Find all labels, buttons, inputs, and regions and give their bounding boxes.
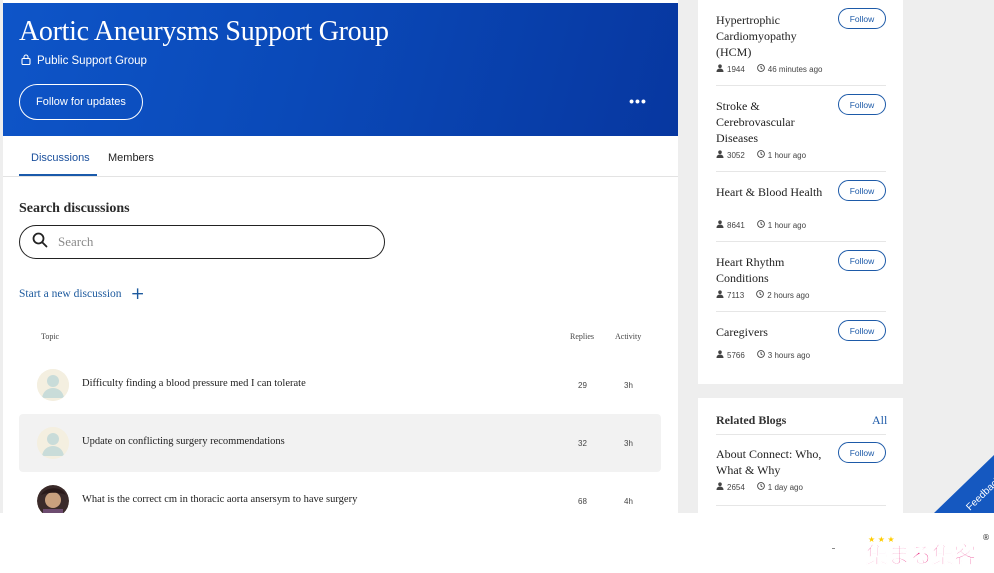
- member-count: 5766: [727, 350, 745, 360]
- follow-button[interactable]: Follow: [838, 180, 886, 201]
- follow-button[interactable]: Follow: [838, 320, 886, 341]
- list-item: Stroke & Cerebrovascular Diseases Follow…: [716, 94, 886, 172]
- more-options-icon[interactable]: •••: [627, 91, 649, 111]
- tab-members[interactable]: Members: [108, 152, 154, 164]
- main-column: Aortic Aneurysms Support Group Public Su…: [3, 0, 678, 513]
- visibility-label: Public Support Group: [37, 55, 147, 67]
- list-item: About Connect: Who, What & Why Follow 26…: [716, 442, 886, 506]
- member-count: 1944: [727, 64, 745, 74]
- related-blogs-card: Related Blogs All About Connect: Who, Wh…: [698, 398, 903, 513]
- follow-button[interactable]: Follow: [838, 250, 886, 271]
- clock-icon: [756, 482, 765, 492]
- last-activity: 1 day ago: [767, 482, 803, 492]
- member-count: 8641: [727, 220, 745, 230]
- last-activity: 2 hours ago: [767, 290, 810, 300]
- start-discussion-label: Start a new discussion: [19, 288, 122, 300]
- person-icon: [716, 64, 724, 74]
- search-heading: Search discussions: [19, 201, 130, 216]
- feedback-tab[interactable]: Feedback: [930, 455, 994, 513]
- group-meta: 7113 2 hours ago: [716, 290, 809, 300]
- list-item: Heart & Blood Health Follow 8641 1 hour …: [716, 180, 886, 242]
- topic-title[interactable]: Difficulty finding a blood pressure med …: [82, 378, 306, 389]
- reply-count: 29: [578, 381, 587, 390]
- blog-meta: 2654 1 day ago: [716, 482, 803, 492]
- follow-button[interactable]: Follow: [838, 94, 886, 115]
- group-name[interactable]: Heart Rhythm Conditions: [716, 254, 826, 286]
- column-header-replies: Replies: [570, 332, 594, 341]
- search-input[interactable]: [58, 234, 358, 250]
- clock-icon: [756, 350, 765, 360]
- related-groups-card: Hypertrophic Cardiomyopathy (HCM) Follow…: [698, 0, 903, 384]
- last-activity: 1 hour ago: [767, 220, 807, 230]
- search-icon: [32, 232, 48, 253]
- list-item: Heart Rhythm Conditions Follow 7113 2 ho…: [716, 250, 886, 312]
- table-row[interactable]: Difficulty finding a blood pressure med …: [19, 356, 661, 414]
- group-hero-banner: Aortic Aneurysms Support Group Public Su…: [3, 3, 678, 136]
- active-tab-indicator: [19, 174, 97, 176]
- reply-count: 32: [578, 439, 587, 448]
- topic-title[interactable]: Update on conflicting surgery recommenda…: [82, 436, 285, 447]
- last-activity: 3 hours ago: [767, 350, 811, 360]
- clock-icon: [756, 150, 765, 160]
- clock-icon: [756, 290, 765, 300]
- search-box[interactable]: [19, 225, 385, 259]
- group-visibility: Public Support Group: [21, 54, 147, 68]
- member-count: 3052: [727, 150, 745, 160]
- svg-text:★ ★ ★: ★ ★ ★: [868, 535, 895, 544]
- group-meta: 3052 1 hour ago: [716, 150, 806, 160]
- person-icon: [716, 482, 724, 492]
- clock-icon: [756, 64, 765, 74]
- list-item: Hypertrophic Cardiomyopathy (HCM) Follow…: [716, 8, 886, 86]
- last-activity: 1 hour ago: [767, 150, 807, 160]
- divider: [716, 434, 886, 435]
- group-name[interactable]: Hypertrophic Cardiomyopathy (HCM): [716, 12, 826, 60]
- reply-count: 68: [578, 497, 587, 506]
- default-avatar-icon: [37, 427, 69, 459]
- person-icon: [716, 220, 724, 230]
- activity-time: 3h: [624, 381, 633, 390]
- group-name[interactable]: Heart & Blood Health: [716, 184, 826, 200]
- registered-mark: ®: [982, 533, 990, 542]
- start-discussion-link[interactable]: Start a new discussion +: [19, 284, 145, 304]
- group-meta: 1944 46 minutes ago: [716, 64, 823, 74]
- group-meta: 5766 3 hours ago: [716, 350, 810, 360]
- plus-icon: +: [130, 284, 145, 304]
- all-blogs-link[interactable]: All: [872, 413, 887, 428]
- follow-button[interactable]: Follow: [838, 442, 886, 463]
- member-count: 2654: [727, 482, 745, 492]
- person-icon: [716, 290, 724, 300]
- lock-icon: [21, 54, 31, 68]
- divider: [832, 548, 835, 549]
- logo-text: 集まる集客: [866, 543, 977, 569]
- table-row[interactable]: What is the correct cm in thoracic aorta…: [19, 472, 661, 513]
- column-header-activity: Activity: [615, 332, 642, 341]
- tab-discussions[interactable]: Discussions: [31, 152, 90, 164]
- default-avatar-icon: [37, 369, 69, 401]
- screen: Aortic Aneurysms Support Group Public Su…: [0, 0, 994, 513]
- last-activity: 46 minutes ago: [767, 64, 823, 74]
- topic-title[interactable]: What is the correct cm in thoracic aorta…: [82, 494, 357, 505]
- list-item: Caregivers Follow 5766 3 hours ago: [716, 320, 886, 368]
- blog-name[interactable]: About Connect: Who, What & Why: [716, 446, 826, 478]
- group-name[interactable]: Stroke & Cerebrovascular Diseases: [716, 98, 826, 146]
- activity-time: 4h: [624, 497, 633, 506]
- person-icon: [716, 350, 724, 360]
- group-meta: 8641 1 hour ago: [716, 220, 806, 230]
- watermark-logo: ★ ★ ★ 集まる集客 ®: [865, 530, 990, 570]
- follow-button[interactable]: Follow: [838, 8, 886, 29]
- activity-time: 3h: [624, 439, 633, 448]
- column-header-topic: Topic: [41, 332, 60, 341]
- user-photo: [37, 485, 69, 513]
- group-name[interactable]: Caregivers: [716, 324, 826, 340]
- related-blogs-heading: Related Blogs: [716, 413, 787, 427]
- clock-icon: [756, 220, 765, 230]
- table-row[interactable]: Update on conflicting surgery recommenda…: [19, 414, 661, 472]
- person-icon: [716, 150, 724, 160]
- group-tabs: Discussions Members: [3, 136, 678, 177]
- follow-for-updates-button[interactable]: Follow for updates: [19, 84, 143, 120]
- member-count: 7113: [727, 290, 745, 300]
- group-title: Aortic Aneurysms Support Group: [19, 16, 389, 47]
